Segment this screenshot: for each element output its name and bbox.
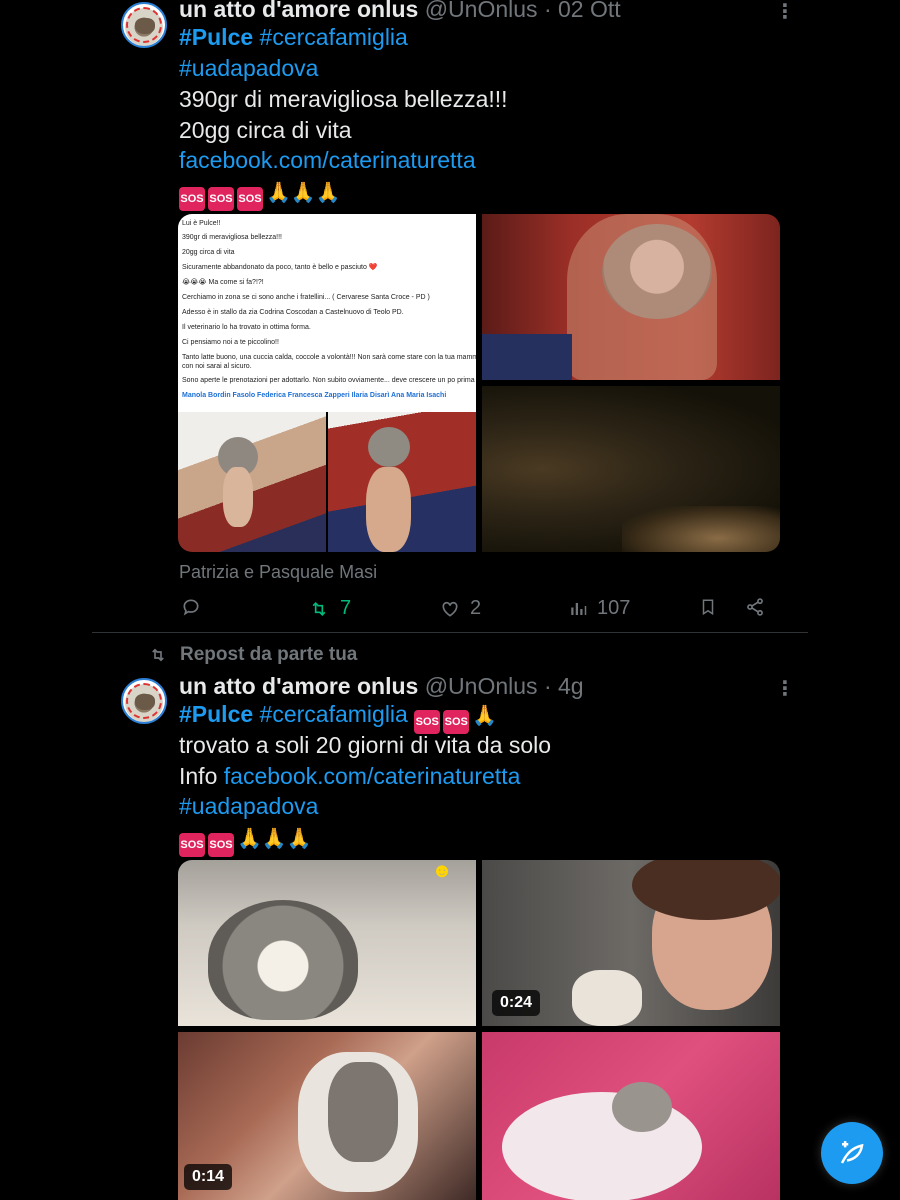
views-button[interactable]: 107 (569, 597, 630, 620)
pray-emoji: 🙏 (237, 828, 262, 850)
pray-emoji: 🙏 (266, 182, 291, 204)
sos-emoji: SOS (179, 833, 205, 857)
views-count: 107 (597, 597, 631, 619)
video-duration: 0:14 (184, 1164, 233, 1190)
info-prefix: Info (179, 763, 218, 789)
like-button[interactable]: 2 (440, 597, 481, 620)
tweet-text-line: 390gr di meravigliosa bellezza!!! (179, 86, 508, 112)
reply-icon (183, 599, 199, 616)
post-text: con noi sarai al sicuro. (182, 363, 252, 370)
avatar[interactable] (121, 678, 167, 724)
media-image-kitten[interactable] (178, 412, 326, 552)
heart-icon (442, 601, 458, 617)
media-image-kitten-closeup[interactable]: ☻ (178, 860, 476, 1026)
media-image-kitten-blanket[interactable] (482, 1032, 780, 1200)
pray-emoji: 🙏 (286, 828, 312, 850)
author-name[interactable]: un atto d'amore onlus (179, 0, 418, 22)
bookmark-button[interactable] (699, 597, 717, 617)
sos-emoji: SOS (414, 710, 441, 734)
hashtag[interactable]: #Pulce (179, 24, 253, 50)
hashtag[interactable]: #cercafamiglia (260, 701, 408, 727)
post-text: Lui è Pulce!! (182, 220, 221, 227)
pray-emoji: 🙏 (261, 828, 287, 850)
post-text: Sicuramente abbandonato da poco, tanto è… (182, 264, 378, 271)
media-image-kitten[interactable] (328, 412, 476, 552)
post-text: 390gr di meravigliosa bellezza!!! (182, 234, 282, 241)
post-text: Adesso è in stallo da zia Codrina Coscod… (182, 309, 404, 316)
media-video-feeding[interactable]: 0:14 (178, 1032, 476, 1200)
pray-emoji: 🙏 (472, 705, 498, 727)
sos-emoji: SOS (179, 187, 205, 211)
repost-icon (312, 601, 326, 616)
author-handle[interactable]: @UnOnlus (425, 673, 538, 699)
bookmark-icon (702, 599, 714, 616)
tweet-text-line: trovato a soli 20 giorni di vita da solo (179, 732, 552, 758)
repost-button[interactable]: 7 (308, 597, 351, 620)
tweet-header: un atto d'amore onlus @UnOnlus · 02 Ott (179, 0, 621, 23)
avatar[interactable] (121, 2, 167, 48)
sos-emoji: SOS (208, 187, 234, 211)
media-image-dark[interactable] (482, 386, 780, 552)
external-link[interactable]: facebook.com/caterinaturetta (179, 147, 476, 173)
compose-button[interactable] (821, 1122, 883, 1184)
post-text: Cerchiamo in zona se ci sono anche i fra… (182, 294, 430, 301)
tweet-text-line: #uadapadova (179, 791, 318, 821)
tweet-time[interactable]: · 4g (544, 673, 584, 699)
tweet-text-line: #Pulce #cercafamiglia SOS SOS 🙏 (179, 699, 497, 734)
reply-button[interactable] (181, 597, 201, 617)
repost-count: 7 (340, 597, 352, 619)
tweet-text-line: 20gg circa di vita (179, 117, 352, 143)
compose-icon (840, 1141, 864, 1164)
hashtag[interactable]: #Pulce (179, 701, 253, 727)
emoji-line: SOS SOS 🙏🙏🙏 (179, 822, 312, 857)
tweet-divider (92, 632, 808, 633)
tweet-text-line: Info facebook.com/caterinaturetta (179, 761, 520, 791)
repost-icon (152, 648, 164, 662)
post-text: Il veterinario lo ha trovato in ottima f… (182, 324, 311, 331)
media-image-post-screenshot[interactable]: Lui è Pulce!! 390gr di meravigliosa bell… (178, 214, 476, 412)
hashtag[interactable]: #uadapadova (179, 55, 318, 81)
sos-emoji: SOS (208, 833, 234, 857)
media-caption[interactable]: Patrizia e Pasquale Masi (179, 562, 377, 583)
more-vertical-icon[interactable]: ⋮ (775, 2, 795, 22)
share-icon (747, 598, 763, 616)
tweet-header: un atto d'amore onlus @UnOnlus · 4g (179, 673, 584, 700)
more-vertical-icon[interactable]: ⋮ (775, 679, 795, 699)
share-button[interactable] (745, 597, 765, 617)
post-text: 😭😭😭 Ma come si fa?!?! (182, 279, 264, 286)
media-grid: ☻ 0:24 0:14 (178, 860, 780, 1200)
tweet-actions: 7 2 107 (0, 597, 900, 627)
sos-emoji: SOS (443, 710, 470, 734)
media-grid: Lui è Pulce!! 390gr di meravigliosa bell… (178, 214, 780, 552)
external-link[interactable]: facebook.com/caterinaturetta (224, 763, 521, 789)
author-handle[interactable]: @UnOnlus (425, 0, 538, 22)
tweet-text-line: #Pulce #cercafamiglia (179, 22, 408, 52)
post-text: 20gg circa di vita (182, 249, 235, 256)
post-text: Ci pensiamo noi a te piccolino!! (182, 339, 279, 346)
tweet-1[interactable]: un atto d'amore onlus @UnOnlus · 02 Ott … (0, 0, 900, 632)
hashtag[interactable]: #uadapadova (179, 793, 318, 819)
media-video-person[interactable]: 0:24 (482, 860, 780, 1026)
views-icon (571, 602, 587, 615)
post-text: Manola Bordin Fasolo Federica Francesca … (182, 392, 447, 399)
tweet-text-line: facebook.com/caterinaturetta (179, 145, 476, 175)
post-text: Tanto latte buono, una cuccia calda, coc… (182, 354, 476, 361)
hashtag[interactable]: #cercafamiglia (260, 24, 408, 50)
repost-indicator: Repost da parte tua (148, 644, 357, 666)
post-text: Sono aperte le prenotazioni per adottarl… (182, 377, 475, 384)
tweet-text-line: #uadapadova (179, 53, 318, 83)
author-name[interactable]: un atto d'amore onlus (179, 673, 418, 699)
pray-emoji: 🙏 (315, 182, 341, 204)
tweet-time[interactable]: · 02 Ott (544, 0, 621, 22)
repost-label: Repost da parte tua (180, 644, 358, 665)
sos-emoji: SOS (237, 187, 263, 211)
like-count: 2 (470, 597, 482, 619)
video-duration: 0:24 (492, 990, 541, 1016)
pray-emoji: 🙏 (290, 182, 316, 204)
media-image-kitten-hand[interactable] (482, 214, 780, 380)
emoji-line: SOS SOS SOS 🙏🙏🙏 (179, 176, 341, 211)
